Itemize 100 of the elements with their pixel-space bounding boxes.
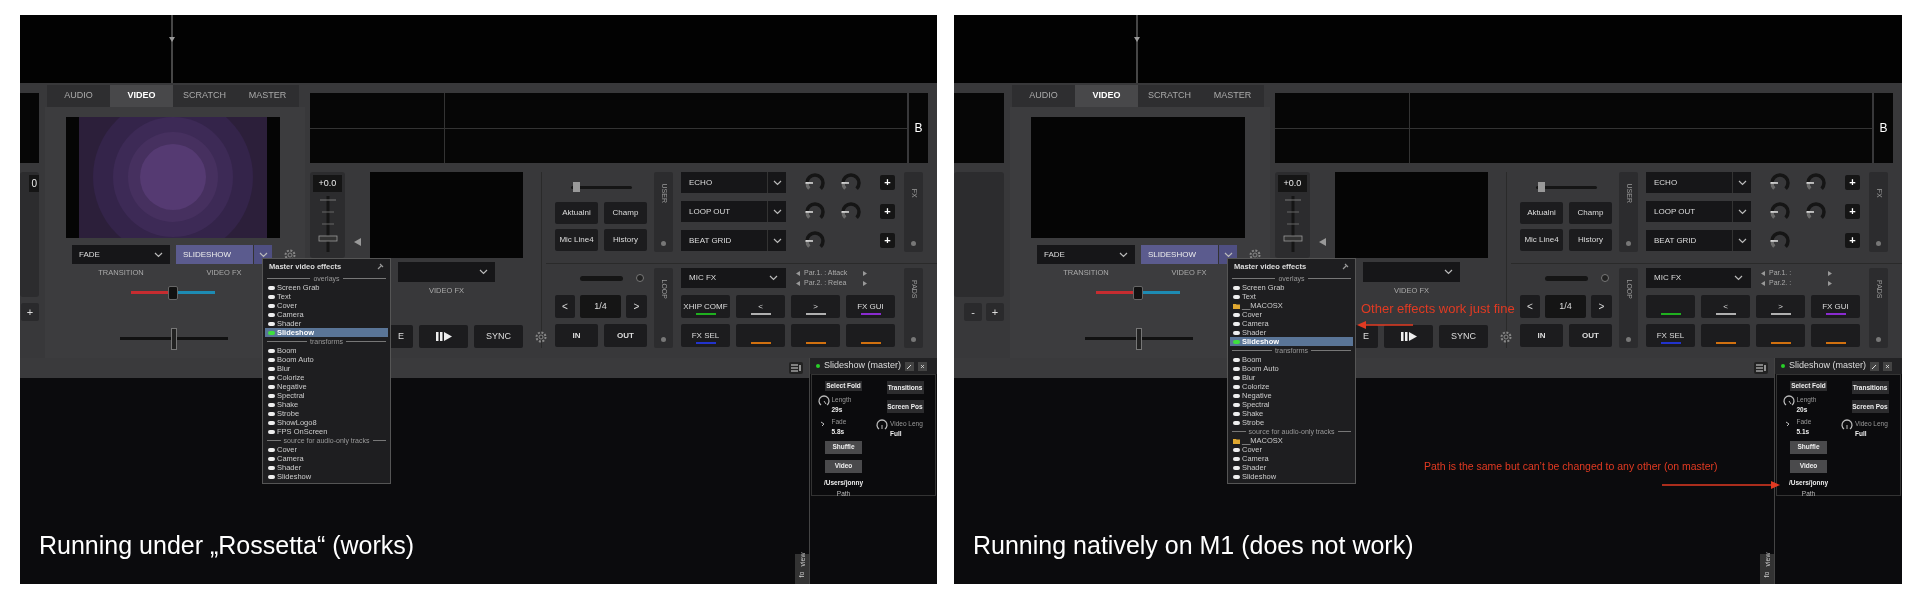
fx-dropdown[interactable]: BEAT GRID xyxy=(681,230,786,251)
crossfader-handle[interactable] xyxy=(168,286,178,301)
pin-icon[interactable] xyxy=(1342,263,1349,270)
gear-icon[interactable] xyxy=(1249,248,1261,261)
pad[interactable]: FX GUI xyxy=(846,295,895,318)
pad[interactable]: FX SEL xyxy=(681,324,730,347)
gear-icon[interactable] xyxy=(284,248,296,261)
crossfader-handle[interactable] xyxy=(1133,286,1143,301)
tab[interactable]: VIDEO xyxy=(110,85,173,107)
previous-button[interactable]: < xyxy=(555,295,575,318)
waveform xyxy=(954,93,1004,163)
tab[interactable]: SCRATCH xyxy=(173,85,236,107)
pad[interactable] xyxy=(1646,295,1695,318)
chevron-icon xyxy=(769,275,778,281)
pad[interactable]: FX SEL xyxy=(1646,324,1695,347)
effect-dropdown[interactable]: MIC FX xyxy=(1646,268,1751,288)
tab[interactable]: MASTER xyxy=(1201,85,1264,107)
pad[interactable] xyxy=(1701,324,1750,347)
add-button[interactable]: + xyxy=(1845,175,1860,190)
loop-out-button[interactable]: OUT xyxy=(604,324,647,347)
pad[interactable] xyxy=(1811,324,1860,347)
video-fx-dropdown[interactable]: SLIDESHOW xyxy=(176,245,272,264)
sync-button[interactable]: SYNC xyxy=(1439,325,1488,348)
transition-dropdown[interactable]: FADE xyxy=(1037,245,1135,264)
add-button[interactable]: + xyxy=(880,175,895,190)
user-button[interactable]: Aktualni xyxy=(1520,202,1563,224)
loop-size-display[interactable]: 1/4 xyxy=(580,295,621,318)
tab[interactable]: AUDIO xyxy=(1012,85,1075,107)
pad[interactable]: > xyxy=(791,295,840,318)
loop-out-button[interactable]: OUT xyxy=(1569,324,1612,347)
add-button[interactable]: + xyxy=(880,204,895,219)
pad[interactable]: < xyxy=(1701,295,1750,318)
pin-icon[interactable] xyxy=(377,263,384,270)
pad[interactable]: < xyxy=(736,295,785,318)
tab[interactable]: AUDIO xyxy=(47,85,110,107)
play-pause-button[interactable] xyxy=(419,325,468,348)
pad[interactable] xyxy=(1756,324,1805,347)
user-button[interactable]: Champ xyxy=(1569,202,1612,224)
chevron-icon xyxy=(772,179,782,186)
list-icon[interactable] xyxy=(789,362,803,374)
pin-icon[interactable] xyxy=(905,361,915,371)
fx-dropdown[interactable]: LOOP OUT xyxy=(681,201,786,222)
pin-icon[interactable] xyxy=(1870,361,1880,371)
loop-in-button[interactable]: IN xyxy=(555,324,598,347)
pitch-display: +0.0 xyxy=(313,175,342,192)
next-button[interactable]: > xyxy=(626,295,647,318)
tempo-fader-handle[interactable] xyxy=(1136,328,1142,351)
add-button[interactable]: + xyxy=(1845,204,1860,219)
chevron-icon xyxy=(1737,208,1747,215)
play-pause-icon xyxy=(435,332,452,341)
pad[interactable] xyxy=(791,324,840,347)
loop-in-button[interactable]: IN xyxy=(1520,324,1563,347)
caption: Running natively on M1 (does not work) xyxy=(973,529,1414,561)
list-icon[interactable] xyxy=(1754,362,1768,374)
previous-button[interactable]: < xyxy=(1520,295,1540,318)
fx-dropdown[interactable]: BEAT GRID xyxy=(1646,230,1751,251)
user-button[interactable]: Mic Line4 xyxy=(555,229,598,251)
user-button[interactable]: Mic Line4 xyxy=(1520,229,1563,251)
tempo-fader-handle[interactable] xyxy=(171,328,177,351)
chevron-icon xyxy=(772,208,782,215)
chevron-icon xyxy=(1734,275,1743,281)
tab[interactable]: VIDEO xyxy=(1075,85,1138,107)
sync-button[interactable]: SYNC xyxy=(474,325,523,348)
add-button[interactable]: + xyxy=(1845,233,1860,248)
user-button[interactable]: History xyxy=(1569,229,1612,251)
tab[interactable]: SCRATCH xyxy=(1138,85,1201,107)
effect-dropdown[interactable]: MIC FX xyxy=(681,268,786,288)
panel-title: Slideshow (master) xyxy=(824,359,902,373)
pad[interactable]: > xyxy=(1756,295,1805,318)
user-button[interactable]: Aktualni xyxy=(555,202,598,224)
pad[interactable] xyxy=(846,324,895,347)
pitch-button[interactable]: + xyxy=(986,303,1004,321)
fx-dropdown[interactable]: ECHO xyxy=(681,172,786,193)
play-pause-button[interactable] xyxy=(1384,325,1433,348)
fx-dropdown[interactable]: LOOP OUT xyxy=(1646,201,1751,222)
loop-size-display[interactable]: 1/4 xyxy=(1545,295,1586,318)
gear-icon[interactable] xyxy=(535,331,547,343)
slider-handle[interactable] xyxy=(1538,182,1546,192)
pad[interactable] xyxy=(736,324,785,347)
pitch-button[interactable]: + xyxy=(21,303,39,321)
pad[interactable]: FX GUI xyxy=(1811,295,1860,318)
video-fx-dropdown[interactable]: SLIDESHOW xyxy=(1141,245,1237,264)
pitch-display: 0 xyxy=(29,175,39,192)
gear-icon[interactable] xyxy=(1500,331,1512,343)
fx-dropdown[interactable]: ECHO xyxy=(1646,172,1751,193)
panel-title: Slideshow (master) xyxy=(1789,359,1867,373)
close-icon[interactable] xyxy=(918,361,928,371)
pitch-button[interactable]: - xyxy=(964,303,982,321)
pad[interactable]: XHIP COMF xyxy=(681,295,730,318)
close-icon[interactable] xyxy=(1883,361,1893,371)
next-button[interactable]: > xyxy=(1591,295,1612,318)
tab[interactable]: MASTER xyxy=(236,85,299,107)
user-button[interactable]: Champ xyxy=(604,202,647,224)
playhead-marker xyxy=(1133,15,1141,83)
slider-handle[interactable] xyxy=(573,182,581,192)
user-button[interactable]: History xyxy=(604,229,647,251)
chevron-icon xyxy=(1119,251,1128,258)
add-button[interactable]: + xyxy=(880,233,895,248)
transition-dropdown[interactable]: FADE xyxy=(72,245,170,264)
triangle-icon xyxy=(1319,238,1326,246)
